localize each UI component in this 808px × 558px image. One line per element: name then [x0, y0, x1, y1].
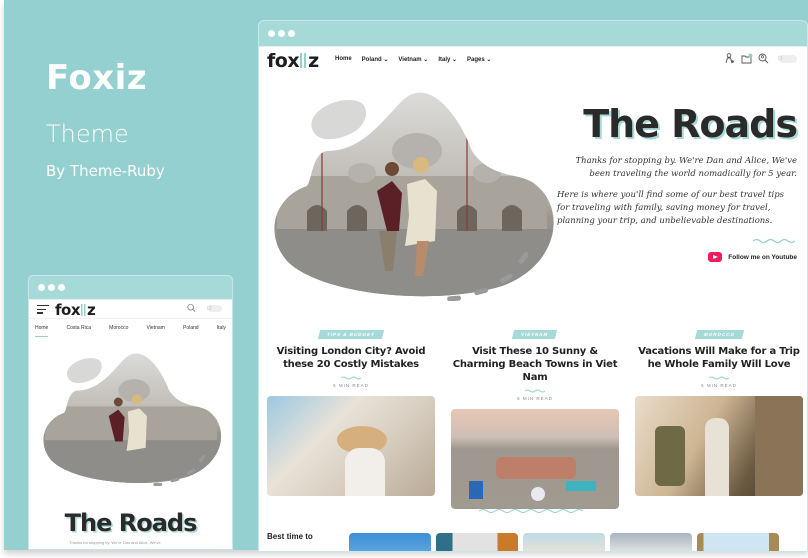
mobile-menu-item[interactable]: Costa Rica — [67, 325, 91, 342]
logo-text: fox — [55, 301, 81, 319]
dot-icon — [48, 284, 55, 291]
menu-item-vietnam[interactable]: Vietnam — [398, 56, 428, 63]
category-tag[interactable]: VIETNAM — [512, 330, 558, 339]
logo-text: fox — [267, 50, 300, 72]
thumbnail-strip — [349, 533, 779, 551]
dark-mode-toggle[interactable] — [776, 52, 797, 63]
search-icon[interactable] — [187, 303, 196, 315]
strip-thumbnail[interactable] — [697, 533, 779, 551]
logo-bars-icon — [81, 304, 87, 316]
post-title[interactable]: Vacations Will Make for a Trip he Whole … — [635, 345, 803, 371]
window-dots — [38, 284, 65, 291]
logo-text: z — [308, 50, 319, 72]
dot-icon — [38, 284, 45, 291]
menu-item-poland[interactable]: Poland — [362, 56, 389, 63]
dot-icon — [278, 30, 285, 37]
main-menu: Home Poland Vietnam Italy Pages — [335, 56, 491, 63]
youtube-icon — [708, 252, 723, 263]
hero-image — [274, 92, 554, 301]
mobile-menu-item[interactable]: Italy — [217, 325, 226, 342]
mobile-menu-item[interactable]: Home — [35, 325, 49, 337]
site-header: foxz Home Poland Vietnam Italy Pages — [259, 47, 807, 75]
post-card[interactable]: TIPS & BUDGET Visiting London City? Avoi… — [267, 323, 435, 509]
youtube-follow-link[interactable]: Follow me on Youtube — [557, 252, 797, 263]
search-icon[interactable] — [758, 53, 769, 64]
post-thumbnail[interactable] — [267, 396, 435, 496]
dark-mode-toggle[interactable] — [205, 302, 222, 312]
post-card[interactable]: MOROCCO Vacations Will Make for a Trip h… — [635, 323, 803, 509]
menu-item-pages[interactable]: Pages — [467, 56, 491, 63]
site-logo[interactable]: fox z — [267, 50, 319, 72]
hero-image — [43, 353, 222, 486]
category-tag[interactable]: TIPS & BUDGET — [317, 330, 385, 339]
hero-text: The Roads Thanks for stopping by. We're … — [557, 102, 798, 263]
brand-byline: By Theme-Ruby — [46, 162, 165, 180]
post-thumbnail[interactable] — [451, 409, 619, 509]
hero-title: The Roads — [64, 509, 198, 537]
dot-icon — [288, 30, 295, 37]
mobile-menu-item[interactable]: Poland — [183, 325, 199, 342]
hero-body: Here is where you'll find some of our be… — [557, 189, 785, 226]
post-title[interactable]: Visit These 10 Sunny & Charming Beach To… — [451, 345, 619, 384]
window-titlebar — [29, 276, 232, 300]
mobile-header: fox z — [29, 300, 232, 319]
category-tag[interactable]: MOROCCO — [694, 330, 744, 339]
mobile-menu-item[interactable]: Vietnam — [147, 325, 165, 342]
mobile-menu: Home Costa Rica Morocco Vietnam Poland I… — [29, 318, 232, 342]
window-titlebar — [259, 21, 807, 47]
youtube-label: Follow me on Youtube — [728, 253, 797, 261]
squiggle-divider — [479, 509, 583, 513]
dot-icon — [58, 284, 65, 291]
site-logo[interactable]: fox z — [55, 301, 96, 319]
mobile-menu-item[interactable]: Morocco — [109, 325, 128, 342]
read-time: 6 MIN READ — [333, 383, 369, 388]
mobile-preview-window: foxz Home Costa Rica Morocco Vietnam Pol… — [28, 275, 233, 550]
logo-bars-icon — [300, 53, 308, 68]
strip-thumbnail[interactable] — [349, 533, 431, 551]
hero-intro: Thanks for stopping by. We're Dan and Al… — [69, 540, 161, 545]
strip-thumbnail[interactable] — [436, 533, 518, 551]
brand-subtitle: Theme — [46, 120, 129, 148]
menu-item-italy[interactable]: Italy — [438, 56, 457, 63]
read-time: 6 MIN READ — [701, 383, 737, 388]
strip-thumbnail[interactable] — [523, 533, 605, 551]
squiggle-divider — [341, 376, 361, 380]
squiggle-divider — [709, 376, 729, 380]
read-time: 6 MIN READ — [517, 396, 553, 401]
promo-banner: Foxiz Theme By Theme-Ruby fox z Home Pola… — [4, 0, 808, 552]
hero-title: The Roads — [583, 102, 798, 146]
squiggle-divider — [525, 389, 545, 393]
hamburger-menu-icon[interactable] — [37, 305, 49, 316]
post-grid: TIPS & BUDGET Visiting London City? Avoi… — [267, 323, 803, 509]
section-heading: Best time to — [267, 532, 313, 541]
folder-icon[interactable] — [741, 53, 753, 64]
post-thumbnail[interactable] — [635, 396, 803, 496]
header-actions — [724, 52, 797, 64]
menu-item-home[interactable]: Home — [335, 56, 352, 63]
squiggle-divider — [753, 238, 796, 244]
logo-text: z — [87, 301, 96, 319]
mobile-header-actions — [187, 302, 222, 315]
post-title[interactable]: Visiting London City? Avoid these 20 Cos… — [267, 345, 435, 371]
desktop-preview-window: foxz Home Poland Vietnam Italy Pages — [258, 20, 808, 552]
dot-icon — [268, 30, 275, 37]
brand-title: Foxiz — [46, 58, 148, 98]
user-icon[interactable] — [724, 53, 735, 64]
strip-thumbnail[interactable] — [610, 533, 692, 551]
post-card[interactable]: VIETNAM Visit These 10 Sunny & Charming … — [451, 323, 619, 509]
window-dots — [268, 30, 295, 37]
hero-intro: Thanks for stopping by. We're Dan and Al… — [575, 156, 797, 179]
